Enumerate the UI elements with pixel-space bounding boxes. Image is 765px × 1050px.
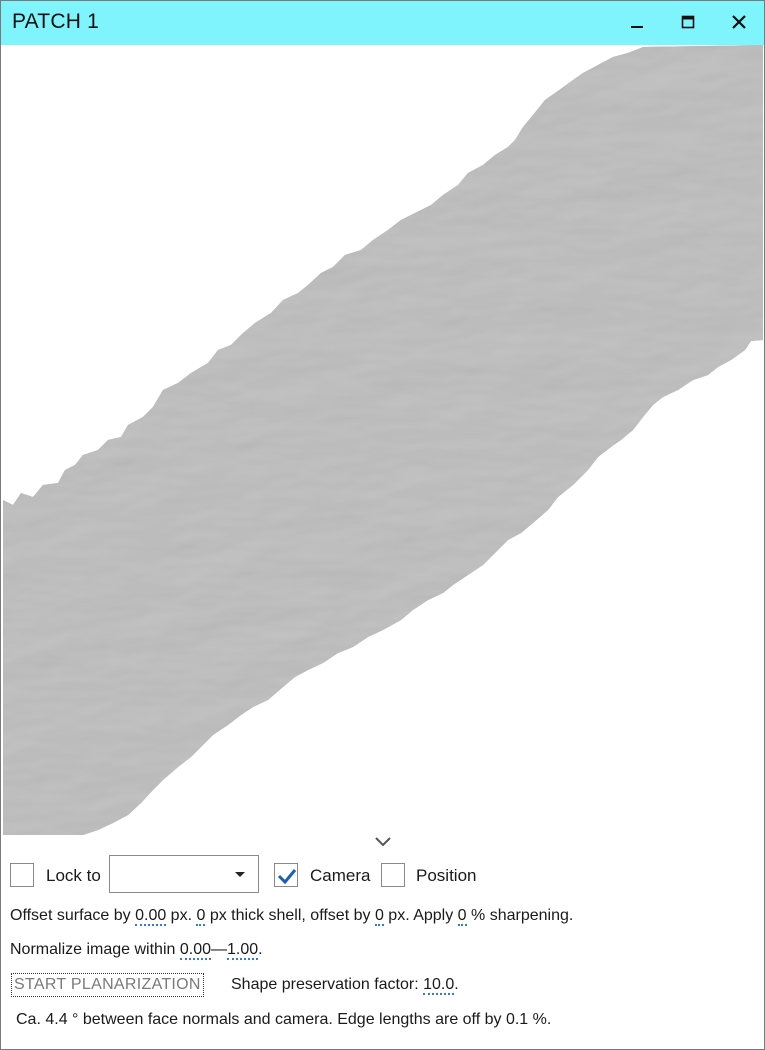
maximize-button[interactable]: [664, 1, 712, 45]
close-icon: [732, 15, 746, 29]
surface-viewport[interactable]: [3, 45, 763, 835]
checkmark-icon: [277, 869, 297, 885]
camera-checkbox[interactable]: [274, 863, 298, 887]
shape-preservation-end: .: [454, 976, 459, 993]
normalize-max-value[interactable]: 1.00: [226, 941, 259, 960]
dropdown-arrow-icon: [235, 872, 245, 877]
window-title: PATCH 1: [12, 10, 99, 33]
minimize-button[interactable]: [613, 1, 661, 45]
shell-offset-value[interactable]: 0: [374, 907, 384, 926]
offset-text-3: px thick shell, offset by: [205, 907, 375, 924]
position-label: Position: [416, 866, 477, 885]
offset-text-1: Offset surface by: [10, 907, 136, 924]
normalize-dash: —: [210, 941, 227, 958]
patch-window: PATCH 1 Lock to Camera Position Offset s…: [0, 0, 765, 1050]
normalize-text-2: .: [258, 941, 263, 958]
normalize-text-1: Normalize image within: [10, 941, 180, 958]
sharpening-value[interactable]: 0: [457, 907, 467, 926]
maximize-icon: [681, 15, 695, 29]
close-button[interactable]: [715, 1, 763, 45]
offset-text-4: px. Apply: [383, 907, 458, 924]
start-planarization-button[interactable]: START PLANARIZATION: [11, 973, 204, 997]
shape-preservation-value[interactable]: 10.0: [423, 976, 455, 995]
surface-patch: [3, 45, 763, 835]
offset-settings-line: Offset surface by 0.00 px. 0 px thick sh…: [10, 907, 574, 926]
lock-to-checkbox[interactable]: [10, 863, 34, 887]
offset-text-2: px.: [166, 907, 197, 924]
normalize-min-value[interactable]: 0.00: [179, 941, 211, 960]
shape-preservation-label: Shape preservation factor:: [231, 976, 424, 993]
expand-chevron-icon[interactable]: [373, 835, 393, 849]
camera-label: Camera: [310, 866, 371, 885]
normalize-settings-line: Normalize image within 0.00—1.00.: [10, 941, 263, 960]
lock-to-label: Lock to: [46, 866, 101, 885]
offset-value[interactable]: 0.00: [135, 907, 167, 926]
minimize-icon: [631, 26, 643, 28]
lock-to-dropdown[interactable]: [109, 855, 259, 893]
position-checkbox[interactable]: [381, 863, 405, 887]
status-text: Ca. 4.4 ° between face normals and camer…: [16, 1011, 552, 1028]
shape-preservation-line: Shape preservation factor: 10.0.: [231, 976, 459, 995]
title-bar[interactable]: PATCH 1: [1, 1, 764, 45]
offset-text-5: % sharpening.: [466, 907, 574, 924]
